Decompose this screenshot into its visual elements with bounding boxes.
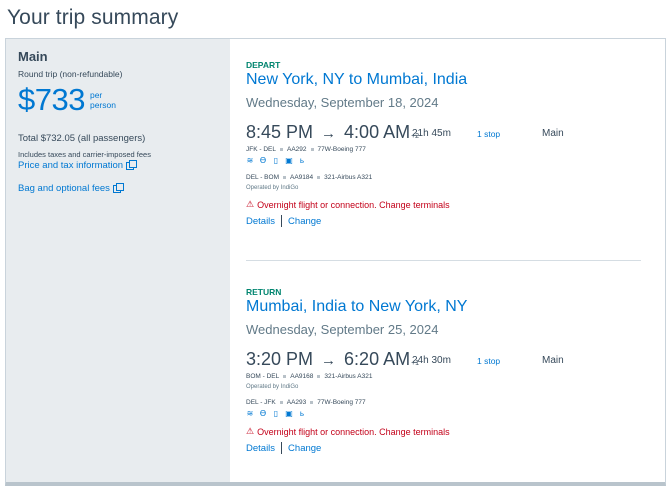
arrive-time: 6:20 AM — [344, 349, 411, 369]
price-per-person: $733 — [18, 82, 85, 117]
arrow-right-icon: → — [321, 125, 337, 142]
aircraft: 77W-Boeing 777 — [317, 399, 366, 406]
details-link[interactable]: Details — [246, 443, 275, 454]
bag-fees-link[interactable]: Bag and optional fees — [18, 182, 218, 194]
external-link-icon — [126, 159, 138, 170]
wifi-icon: ≋ — [246, 156, 254, 165]
aircraft: 77W-Boeing 777 — [317, 146, 366, 153]
operated-by: Operated by IndiGo — [246, 384, 299, 390]
segment-divider — [246, 260, 641, 261]
segment-date: Wednesday, September 18, 2024 — [246, 95, 439, 110]
total-price: Total $732.05 (all passengers) — [18, 133, 146, 144]
entertainment-icon: ▣ — [285, 409, 293, 418]
depart-segment: DEPART New York, NY to Mumbai, India Wed… — [246, 60, 641, 227]
times-row: 3:20 PM → 6:20 AM +1 24h 30m 1 stop Main — [246, 349, 641, 371]
separator-dot — [279, 148, 283, 151]
stops-link[interactable]: 1 stop — [477, 129, 500, 139]
wifi-icon: ≋ — [246, 409, 254, 418]
external-link-icon — [112, 182, 124, 193]
leg-info: DEL - JFK AA293 77W-Boeing 777 — [246, 399, 641, 406]
divider — [281, 215, 283, 227]
usb-icon: ▯ — [273, 409, 279, 418]
segment-label: RETURN — [246, 287, 282, 297]
divider — [281, 442, 283, 454]
duration: 24h 30m — [412, 355, 451, 366]
flight-number: AA9184 — [290, 174, 314, 181]
warning-icon: ⚠ — [246, 199, 255, 209]
leg-route: JFK - DEL — [246, 146, 276, 153]
seat-icon: ь — [299, 156, 305, 165]
segment-route: Mumbai, India to New York, NY — [246, 298, 468, 315]
trip-summary-card: Main Round trip (non-refundable) $733 pe… — [5, 38, 666, 486]
usb-icon: ▯ — [273, 156, 279, 165]
flight-number: AA293 — [286, 399, 307, 406]
per-person-label: per person — [90, 90, 116, 110]
cabin-title: Main — [18, 49, 48, 64]
times-row: 8:45 PM → 4:00 AM +2 21h 45m 1 stop Main — [246, 122, 641, 144]
segment-actions: Details Change — [246, 215, 641, 227]
stops-link[interactable]: 1 stop — [477, 356, 500, 366]
price-tax-link[interactable]: Price and tax information — [18, 159, 218, 171]
entertainment-icon: ▣ — [285, 156, 293, 165]
warning-message: ⚠ Overnight flight or connection. Change… — [246, 199, 641, 210]
leg-route: BOM - DEL — [246, 373, 280, 380]
separator-dot — [317, 375, 321, 378]
warning-icon: ⚠ — [246, 426, 255, 436]
warning-message: ⚠ Overnight flight or connection. Change… — [246, 426, 641, 437]
leg-route: DEL - BOM — [246, 174, 279, 181]
aircraft: 321-Airbus A321 — [324, 174, 373, 181]
depart-time: 8:45 PM — [246, 122, 314, 142]
separator-dot — [317, 176, 321, 179]
cabin-class: Main — [542, 128, 564, 139]
separator-dot — [310, 401, 314, 404]
cabin-class: Main — [542, 355, 564, 366]
amenities: ≋ ϴ ▯ ▣ ь — [246, 410, 641, 418]
taxes-note: Includes taxes and carrier-imposed fees — [18, 150, 151, 159]
arrow-right-icon: → — [321, 352, 337, 369]
power-icon: ϴ — [259, 409, 267, 418]
leg-info: BOM - DEL AA9168 321-Airbus A321 — [246, 373, 641, 380]
price-row: $733 per person — [18, 84, 218, 115]
person-label: person — [89, 99, 116, 110]
bag-fees-link-label: Bag and optional fees — [18, 183, 110, 194]
price-tax-link-label: Price and tax information — [18, 160, 124, 171]
operated-by: Operated by IndiGo — [246, 185, 299, 191]
page-title: Your trip summary — [7, 6, 179, 29]
flight-number: AA9168 — [290, 373, 314, 380]
change-link[interactable]: Change — [288, 216, 321, 227]
warning-text: Overnight flight or connection. Change t… — [257, 199, 450, 210]
leg-route: DEL - JFK — [246, 399, 276, 406]
return-segment: RETURN Mumbai, India to New York, NY Wed… — [246, 287, 641, 454]
leg-info: DEL - BOM AA9184 321-Airbus A321 — [246, 174, 641, 181]
separator-dot — [279, 401, 283, 404]
amenities: ≋ ϴ ▯ ▣ ь — [246, 157, 641, 165]
separator-dot — [283, 375, 287, 378]
price-summary-panel: Main Round trip (non-refundable) $733 pe… — [6, 39, 230, 482]
separator-dot — [283, 176, 286, 179]
separator-dot — [310, 148, 314, 151]
per-label: per — [89, 89, 103, 100]
segment-actions: Details Change — [246, 442, 641, 454]
segment-date: Wednesday, September 25, 2024 — [246, 322, 439, 337]
aircraft: 321-Airbus A321 — [324, 373, 373, 380]
warning-text: Overnight flight or connection. Change t… — [257, 426, 450, 437]
details-link[interactable]: Details — [246, 216, 275, 227]
segment-route: New York, NY to Mumbai, India — [246, 71, 468, 88]
power-icon: ϴ — [259, 156, 267, 165]
change-link[interactable]: Change — [288, 443, 321, 454]
flight-number: AA292 — [286, 146, 307, 153]
depart-time: 3:20 PM — [246, 349, 314, 369]
segment-label: DEPART — [246, 60, 281, 70]
trip-type: Round trip (non-refundable) — [18, 69, 123, 79]
duration: 21h 45m — [412, 128, 451, 139]
seat-icon: ь — [299, 409, 305, 418]
leg-info: JFK - DEL AA292 77W-Boeing 777 — [246, 146, 641, 153]
arrive-time: 4:00 AM — [344, 122, 411, 142]
